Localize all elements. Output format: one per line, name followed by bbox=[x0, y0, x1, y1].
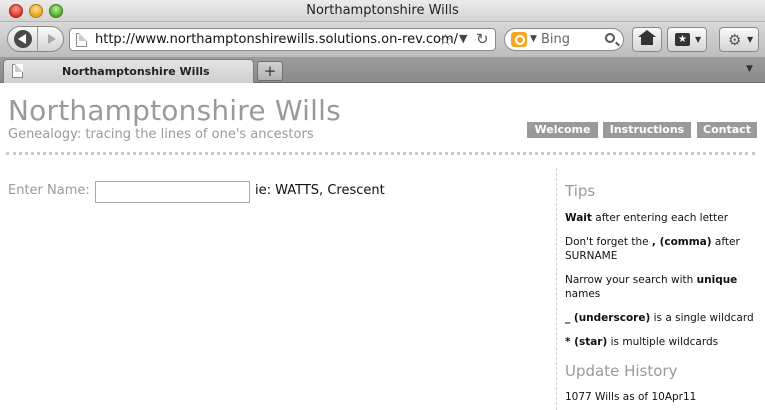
nav-welcome-button[interactable]: Welcome bbox=[527, 122, 598, 138]
search-icon[interactable] bbox=[605, 33, 615, 43]
tip-item: * (star) is multiple wildcards bbox=[565, 336, 719, 348]
chevron-down-icon: ▼ bbox=[747, 35, 754, 44]
name-example-text: ie: WATTS, Crescent bbox=[255, 183, 385, 198]
update-history-heading: Update History bbox=[565, 362, 678, 380]
tools-icon: ⚙ bbox=[728, 31, 742, 49]
tab-strip: Northamptonshire Wills + ▼ bbox=[0, 58, 765, 83]
home-icon bbox=[638, 30, 656, 45]
window-title: Northamptonshire Wills bbox=[306, 3, 459, 18]
url-text[interactable]: http://www.northamptonshirewills.solutio… bbox=[95, 32, 458, 47]
sidebar: Tips Wait after entering each letter Don… bbox=[556, 168, 765, 410]
nav-contact-button[interactable]: Contact bbox=[697, 122, 757, 138]
tips-heading: Tips bbox=[565, 182, 596, 200]
nav-instructions-button[interactable]: Instructions bbox=[603, 122, 691, 138]
new-tab-button[interactable]: + bbox=[257, 61, 283, 81]
tools-button[interactable]: ⚙ ▼ bbox=[719, 27, 759, 52]
tip-item: _ (underscore) is a single wildcard bbox=[565, 312, 754, 324]
name-search-input[interactable] bbox=[95, 181, 250, 203]
header-divider bbox=[6, 152, 755, 155]
back-button[interactable] bbox=[8, 27, 38, 51]
home-button[interactable] bbox=[632, 27, 662, 52]
tab-label: Northamptonshire Wills bbox=[62, 65, 210, 78]
page-icon bbox=[76, 33, 87, 47]
browser-toolbar: http://www.northamptonshirewills.solutio… bbox=[0, 22, 765, 58]
page-icon bbox=[12, 64, 23, 78]
page-content: Northamptonshire Wills Genealogy: tracin… bbox=[0, 84, 765, 410]
site-subtitle: Genealogy: tracing the lines of one's an… bbox=[8, 127, 314, 142]
bookmarks-button[interactable]: ★ ▼ bbox=[667, 27, 707, 52]
url-history-dropdown-icon[interactable]: ▼ bbox=[459, 32, 467, 45]
site-title: Northamptonshire Wills bbox=[8, 94, 341, 127]
back-icon bbox=[14, 30, 32, 48]
tip-item: Narrow your search with unique names bbox=[565, 274, 738, 300]
update-history-text: 1077 Wills as of 10Apr11 bbox=[565, 391, 697, 403]
window-titlebar: Northamptonshire Wills bbox=[0, 0, 765, 22]
search-engine-placeholder[interactable]: Bing bbox=[541, 32, 570, 47]
tip-item: Wait after entering each letter bbox=[565, 212, 729, 224]
tip-item: Don't forget the , (comma) after SURNAME bbox=[565, 236, 740, 262]
name-input-label: Enter Name: bbox=[8, 183, 90, 198]
star-icon[interactable]: ☆ bbox=[438, 30, 452, 49]
search-bar[interactable]: ▼ Bing bbox=[504, 28, 624, 51]
forward-button[interactable] bbox=[39, 27, 63, 51]
forward-icon bbox=[48, 34, 56, 44]
search-engine-dropdown-icon[interactable]: ▼ bbox=[530, 34, 537, 44]
bookmarks-icon: ★ bbox=[675, 33, 690, 46]
nav-buttons bbox=[7, 26, 64, 52]
chevron-down-icon: ▼ bbox=[695, 35, 702, 44]
tab-northamptonshire-wills[interactable]: Northamptonshire Wills bbox=[3, 59, 254, 83]
reload-icon[interactable]: ↻ bbox=[476, 30, 489, 48]
address-bar[interactable]: http://www.northamptonshirewills.solutio… bbox=[69, 28, 496, 51]
tab-list-icon[interactable]: ▼ bbox=[746, 64, 753, 74]
bing-icon[interactable] bbox=[511, 32, 527, 47]
